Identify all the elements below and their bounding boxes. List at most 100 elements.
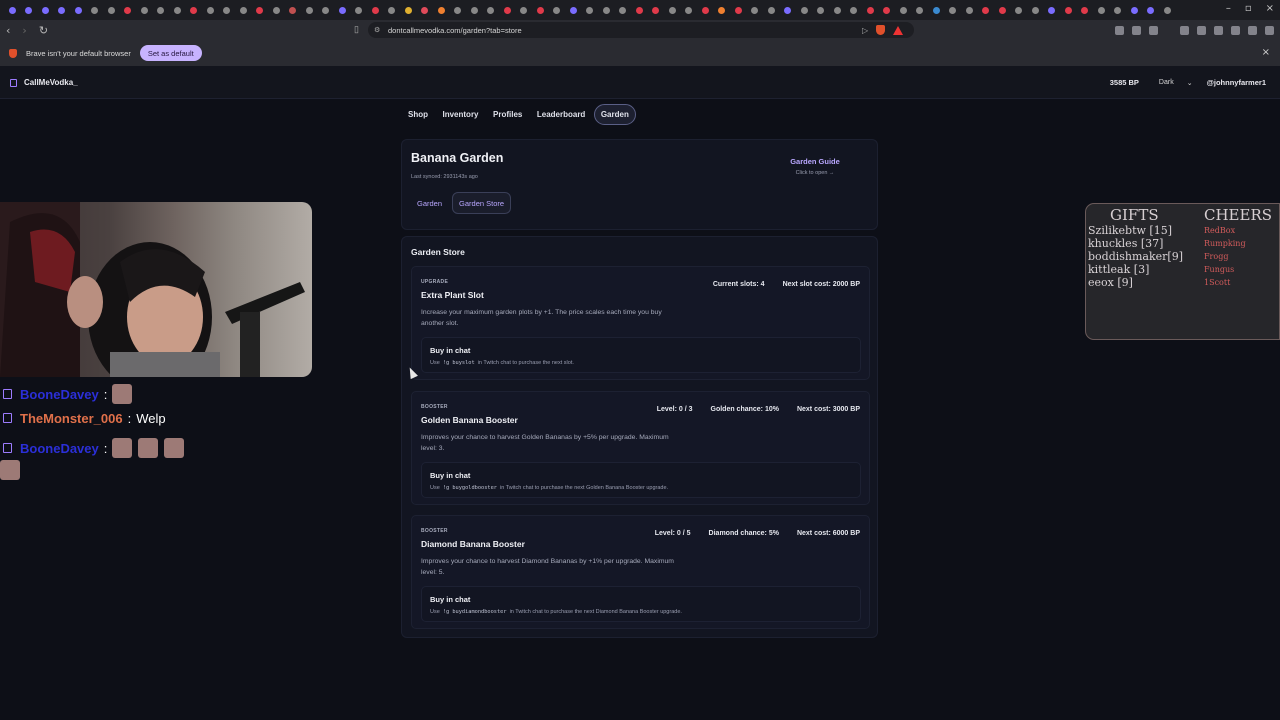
browser-tab[interactable] [21,0,38,20]
browser-tab[interactable] [466,0,483,20]
browser-tab[interactable] [582,0,599,20]
user-handle[interactable]: @johnnyfarmer1 [1207,78,1266,87]
set-default-button[interactable]: Set as default [139,45,202,61]
extension-icon[interactable] [1214,25,1223,35]
browser-tab[interactable] [631,0,648,20]
browser-tab[interactable] [87,0,104,20]
browser-tab[interactable] [1060,0,1077,20]
browser-tab[interactable] [103,0,120,20]
url-field[interactable]: ⚙ dontcallmevodka.com/garden?tab=store [368,22,914,38]
browser-tab[interactable] [912,0,929,20]
browser-tab[interactable] [318,0,335,20]
browser-tab[interactable] [1027,0,1044,20]
browser-tab[interactable] [1126,0,1143,20]
browser-tab[interactable] [615,0,632,20]
theme-select[interactable]: Dark ⌄ [1159,79,1193,87]
media-play-icon[interactable]: ▷ [862,26,868,35]
browser-tab[interactable] [565,0,582,20]
browser-tab[interactable] [169,0,186,20]
browser-tab[interactable] [648,0,665,20]
browser-tab[interactable] [994,0,1011,20]
extension-icon[interactable] [1197,25,1206,35]
minimize-icon[interactable]: – [1226,3,1231,14]
browser-tab[interactable] [120,0,137,20]
nav-tab-leaderboard[interactable]: Leaderboard [531,104,591,125]
infobar-close-icon[interactable]: × [1262,47,1270,58]
extension-icon[interactable] [1132,25,1141,35]
browser-tab[interactable] [945,0,962,20]
browser-tab[interactable] [219,0,236,20]
menu-icon[interactable] [1265,25,1274,35]
browser-tab[interactable] [796,0,813,20]
browser-tab[interactable] [153,0,170,20]
extension-icon[interactable] [1231,25,1240,35]
extension-icon[interactable] [1115,25,1124,35]
nav-tab-profiles[interactable]: Profiles [487,104,528,125]
browser-tab[interactable] [202,0,219,20]
maximize-icon[interactable]: ▫ [1245,3,1252,14]
browser-tab[interactable] [862,0,879,20]
browser-tab[interactable] [846,0,863,20]
browser-tab[interactable] [978,0,995,20]
browser-tab[interactable] [301,0,318,20]
nav-tab-garden[interactable]: Garden [593,104,636,125]
brave-rewards-icon[interactable] [893,25,904,35]
browser-tab[interactable] [268,0,285,20]
browser-tab[interactable] [37,0,54,20]
browser-tab[interactable] [1143,0,1160,20]
nav-tab-inventory[interactable]: Inventory [437,104,485,125]
browser-tab[interactable] [351,0,368,20]
bookmark-icon[interactable]: ▯ [354,24,359,35]
browser-tab[interactable] [813,0,830,20]
browser-tab[interactable] [367,0,384,20]
browser-tab[interactable] [532,0,549,20]
browser-tab[interactable] [252,0,269,20]
browser-tab[interactable] [730,0,747,20]
browser-tab[interactable] [714,0,731,20]
browser-tab[interactable] [664,0,681,20]
browser-tab[interactable] [285,0,302,20]
extension-icon[interactable] [1149,25,1158,35]
close-window-icon[interactable]: × [1266,3,1274,14]
browser-tab[interactable] [747,0,764,20]
browser-tab[interactable] [697,0,714,20]
browser-tab[interactable] [1159,0,1176,20]
extension-icon[interactable] [1180,25,1189,35]
extension-icon[interactable] [1248,25,1257,35]
browser-tab[interactable] [1093,0,1110,20]
browser-tab[interactable] [780,0,797,20]
reload-icon[interactable]: ↻ [39,24,48,37]
garden-guide-button[interactable]: Garden Guide Click to open → [760,152,870,186]
browser-tab[interactable] [400,0,417,20]
browser-tab[interactable] [235,0,252,20]
browser-tab[interactable] [1044,0,1061,20]
browser-tab[interactable] [879,0,896,20]
site-brand[interactable]: CallMeVodka_ [10,78,78,87]
subtab-garden-store[interactable]: Garden Store [452,192,512,214]
browser-tab[interactable] [1110,0,1127,20]
browser-tab[interactable] [334,0,351,20]
browser-tab[interactable] [961,0,978,20]
back-icon[interactable]: ‹ [6,24,10,37]
browser-tab[interactable] [483,0,500,20]
browser-tab[interactable] [895,0,912,20]
browser-tab[interactable] [186,0,203,20]
brave-shields-icon[interactable] [876,25,886,35]
browser-tab[interactable] [417,0,434,20]
browser-tab[interactable] [70,0,87,20]
browser-tab[interactable] [1077,0,1094,20]
nav-tab-shop[interactable]: Shop [402,104,434,125]
browser-tab[interactable] [1011,0,1028,20]
browser-tab[interactable] [54,0,71,20]
browser-tab[interactable] [516,0,533,20]
browser-tab[interactable] [928,0,945,20]
browser-tab[interactable] [681,0,698,20]
browser-tab[interactable] [549,0,566,20]
browser-tab[interactable] [829,0,846,20]
browser-tab[interactable] [450,0,467,20]
site-info-icon[interactable]: ⚙ [374,26,382,34]
browser-tab[interactable] [136,0,153,20]
subtab-garden[interactable]: Garden [411,192,448,214]
browser-tab[interactable] [4,0,21,20]
browser-tab[interactable] [384,0,401,20]
